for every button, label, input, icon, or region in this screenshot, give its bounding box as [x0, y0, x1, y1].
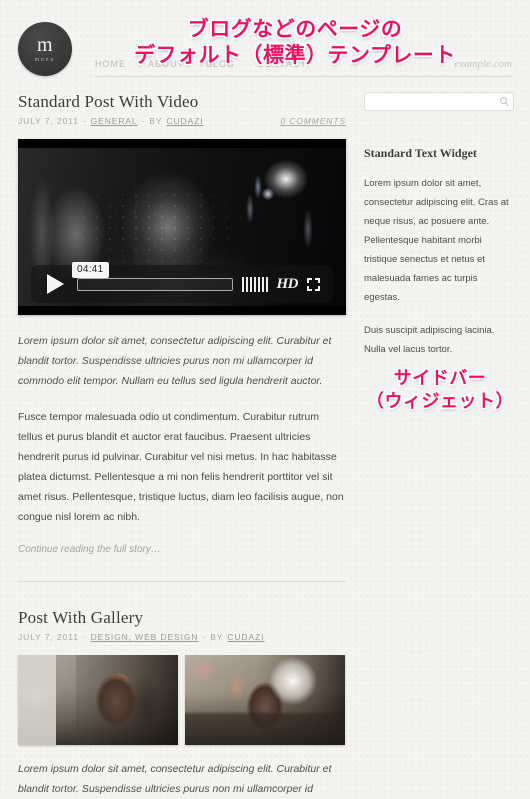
- post-author[interactable]: CUDAZI: [166, 116, 203, 126]
- volume-bars-icon[interactable]: [241, 276, 268, 292]
- by-label: BY: [210, 632, 224, 642]
- sidebar: Standard Text Widget Lorem ipsum dolor s…: [364, 92, 514, 799]
- post-excerpt: Lorem ipsum dolor sit amet, consectetur …: [18, 335, 332, 387]
- post-body: Fusce tempor malesuada odio ut condiment…: [18, 411, 344, 523]
- page-wrapper: m mono HOME ABOUT BLOG CONTACT example.c…: [0, 0, 530, 799]
- fullscreen-icon[interactable]: [307, 277, 320, 291]
- post-title[interactable]: Post With Gallery: [18, 608, 346, 628]
- post-date: JULY 7, 2011: [18, 632, 79, 642]
- post-date: JULY 7, 2011: [18, 116, 79, 126]
- post-category[interactable]: GENERAL: [91, 116, 138, 126]
- main-column: Standard Post With Video JULY 7, 2011 · …: [18, 92, 346, 799]
- content-area: Standard Post With Video JULY 7, 2011 · …: [0, 92, 530, 799]
- logo-wordmark: mono: [34, 56, 56, 63]
- widget-paragraph-1: Lorem ipsum dolor sit amet, consectetur …: [364, 178, 509, 303]
- continue-reading-link[interactable]: Continue reading the full story…: [18, 544, 346, 555]
- meta-separator-2: ·: [141, 116, 146, 126]
- video-time-tooltip: 04:41: [72, 261, 109, 278]
- site-header: m mono HOME ABOUT BLOG CONTACT example.c…: [0, 0, 530, 92]
- video-letterbox-bottom: [18, 306, 346, 315]
- post-category[interactable]: DESIGN, WEB DESIGN: [91, 632, 199, 642]
- search-icon[interactable]: [500, 97, 507, 104]
- meta-separator-2: ·: [202, 632, 207, 642]
- video-progress-bar[interactable]: 04:41: [72, 261, 233, 291]
- post-gallery-images: [18, 655, 346, 745]
- gallery-image-1[interactable]: [18, 655, 178, 745]
- video-player[interactable]: 04:41 HD: [18, 139, 346, 315]
- hd-badge[interactable]: HD: [277, 276, 299, 293]
- post-divider: [18, 581, 346, 582]
- meta-separator: ·: [82, 632, 87, 642]
- gallery-image-2[interactable]: [185, 655, 345, 745]
- post-comments-link[interactable]: 0 COMMENTS: [280, 116, 346, 126]
- widget-paragraph-2: Duis suscipit adipiscing lacinia. Nulla …: [364, 325, 495, 355]
- meta-separator: ·: [82, 116, 87, 126]
- site-url: example.com: [454, 58, 512, 70]
- search-input[interactable]: [365, 94, 513, 112]
- post-meta: JULY 7, 2011 · GENERAL · BY CUDAZI 0 COM…: [18, 116, 346, 126]
- by-label: BY: [149, 116, 163, 126]
- site-logo[interactable]: m mono: [18, 22, 72, 76]
- main-navigation: HOME ABOUT BLOG CONTACT example.com: [95, 58, 512, 77]
- post-author[interactable]: CUDAZI: [227, 632, 264, 642]
- video-letterbox-top: [18, 139, 346, 148]
- play-icon[interactable]: [47, 274, 64, 294]
- post-gallery: Post With Gallery JULY 7, 2011 · DESIGN,…: [18, 608, 346, 799]
- nav-item-contact[interactable]: CONTACT: [257, 59, 307, 69]
- post-standard-video: Standard Post With Video JULY 7, 2011 · …: [18, 92, 346, 582]
- logo-mark: m: [36, 33, 54, 56]
- post-meta: JULY 7, 2011 · DESIGN, WEB DESIGN · BY C…: [18, 632, 346, 642]
- nav-item-blog[interactable]: BLOG: [206, 59, 235, 69]
- search-box[interactable]: [364, 92, 514, 112]
- video-controls-bar: 04:41 HD: [31, 261, 333, 303]
- post-title[interactable]: Standard Post With Video: [18, 92, 346, 112]
- post-excerpt: Lorem ipsum dolor sit amet, consectetur …: [18, 763, 332, 795]
- nav-item-about[interactable]: ABOUT: [148, 59, 184, 69]
- widget-title: Standard Text Widget: [364, 146, 477, 160]
- nav-item-home[interactable]: HOME: [95, 59, 126, 69]
